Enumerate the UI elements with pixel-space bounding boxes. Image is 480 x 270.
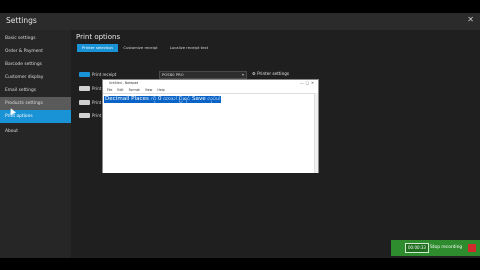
sidebar-item-customer-display[interactable]: Customer display xyxy=(0,71,71,84)
sidebar-item-email-settings[interactable]: Email settings xyxy=(0,84,71,97)
tab-customize-receipt[interactable]: Customize receipt xyxy=(120,44,161,52)
print-toggle-3[interactable] xyxy=(79,100,90,105)
print-label-4: Print xyxy=(92,113,102,118)
sidebar: Basic settings Order & Payment Barcode s… xyxy=(0,30,71,258)
title-bar: Settings ✕ xyxy=(0,13,480,30)
sidebar-item-barcode-settings[interactable]: Barcode settings xyxy=(0,58,71,71)
stop-recording-label[interactable]: Stop recording xyxy=(430,243,462,253)
sidebar-item-label: Order & Payment xyxy=(5,49,43,54)
sidebar-item-order-payment[interactable]: Order & Payment xyxy=(0,45,71,58)
print-label-3: Print xyxy=(92,100,102,105)
sidebar-item-basic-settings[interactable]: Basic settings xyxy=(0,32,71,45)
print-kitchen-toggle[interactable] xyxy=(79,86,90,91)
print-receipt-toggle[interactable] xyxy=(79,72,90,77)
print-toggle-4[interactable] xyxy=(79,113,90,118)
menu-format[interactable]: Format xyxy=(129,88,140,92)
selected-text: Decimail Places ကို 0 ထားပါ ပြီးရင် Save… xyxy=(104,96,222,103)
notepad-title-bar: Untitled - Notepad —□✕ xyxy=(103,80,318,87)
menu-help[interactable]: Help xyxy=(157,88,164,92)
sidebar-item-about[interactable]: About xyxy=(0,125,71,138)
tab-localize-receipt-text[interactable]: Localize receipt text xyxy=(164,44,214,52)
menu-file[interactable]: File xyxy=(107,88,112,92)
window-title: Settings xyxy=(6,16,37,25)
notepad-scrollbar[interactable] xyxy=(314,93,318,173)
sidebar-item-label: Customer display xyxy=(5,75,44,80)
notepad-window: Untitled - Notepad —□✕ File Edit Format … xyxy=(102,79,319,173)
printer-select-value: POS80 PRO xyxy=(162,72,184,77)
sidebar-item-label: Barcode settings xyxy=(5,62,42,67)
printer-select[interactable]: POS80 PRO ▾ xyxy=(159,71,247,79)
sidebar-item-label: Products settings xyxy=(5,101,43,106)
notepad-title: Untitled - Notepad xyxy=(109,81,139,85)
tab-printer-selection[interactable]: Printer selection xyxy=(77,44,118,52)
sidebar-item-label: Basic settings xyxy=(5,36,36,41)
menu-edit[interactable]: Edit xyxy=(117,88,123,92)
gear-icon: ⚙ xyxy=(252,71,256,76)
page-title: Print options xyxy=(76,33,121,41)
sidebar-item-label: About xyxy=(5,129,18,134)
menu-view[interactable]: View xyxy=(145,88,153,92)
printer-settings-link[interactable]: ⚙ Printer settings xyxy=(252,71,289,76)
sidebar-item-label: Email settings xyxy=(5,88,37,93)
screen-frame: Settings ✕ Basic settings Order & Paymen… xyxy=(0,0,480,270)
stop-icon[interactable] xyxy=(468,244,476,252)
close-icon[interactable]: ✕ xyxy=(467,15,474,24)
notepad-text-area[interactable]: Decimail Places ကို 0 ထားပါ ပြီးရင် Save… xyxy=(103,93,318,173)
printer-settings-label: Printer settings xyxy=(257,71,290,76)
window-controls[interactable]: —□✕ xyxy=(300,80,316,87)
chevron-down-icon: ▾ xyxy=(241,72,244,77)
recording-timer: 00:00:33 xyxy=(405,243,429,253)
print-receipt-label: Print receipt xyxy=(92,72,117,77)
sidebar-item-label: Print options xyxy=(5,114,33,119)
